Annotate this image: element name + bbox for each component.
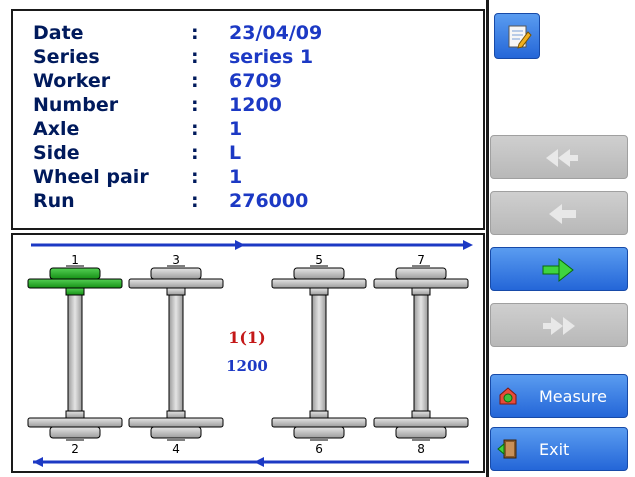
info-label: Axle xyxy=(33,118,80,140)
info-value: 23/04/09 xyxy=(229,22,323,44)
measure-button[interactable]: Measure xyxy=(490,374,628,418)
axle-shaft xyxy=(311,294,327,412)
info-separator: : xyxy=(191,118,199,140)
info-separator: : xyxy=(191,46,199,68)
info-label: Wheel pair xyxy=(33,166,149,188)
wheel-number-bottom: 6 xyxy=(315,442,323,456)
wheel-top-selected[interactable] xyxy=(27,267,123,296)
info-label: Worker xyxy=(33,70,111,92)
wheel-bottom[interactable] xyxy=(128,410,224,439)
wheel-bottom[interactable] xyxy=(373,410,469,439)
info-value: 6709 xyxy=(229,70,282,92)
edit-button[interactable] xyxy=(494,13,540,59)
info-separator: : xyxy=(191,70,199,92)
info-label: Series xyxy=(33,46,100,68)
axle-3[interactable]: 5 6 xyxy=(271,253,367,456)
axle-shaft xyxy=(413,294,429,412)
arrow-left-icon xyxy=(549,204,576,224)
sidebar-divider xyxy=(486,0,489,477)
wheel-number-top: 1 xyxy=(71,253,79,267)
first-button[interactable] xyxy=(490,135,628,179)
direction-arrow-top xyxy=(31,240,473,250)
info-label: Number xyxy=(33,94,119,116)
info-value: L xyxy=(229,142,242,164)
measure-icon xyxy=(496,384,520,408)
wheel-number-bottom: 8 xyxy=(417,442,425,456)
axle-2[interactable]: 3 4 xyxy=(128,253,224,456)
wheel-top[interactable] xyxy=(128,267,224,296)
info-separator: : xyxy=(191,94,199,116)
position-label: 1(1) xyxy=(228,328,265,347)
measure-label: Measure xyxy=(539,386,607,406)
info-separator: : xyxy=(191,190,199,212)
info-separator: : xyxy=(191,22,199,44)
wheel-number-top: 5 xyxy=(315,253,323,267)
wheel-number-top: 7 xyxy=(417,253,425,267)
info-value: 1 xyxy=(229,166,243,188)
info-value: 1 xyxy=(229,118,243,140)
notepad-pencil-icon xyxy=(508,25,532,49)
next-button[interactable] xyxy=(490,247,628,291)
info-separator: : xyxy=(191,142,199,164)
wagon-number-label: 1200 xyxy=(226,357,268,375)
info-separator: : xyxy=(191,166,199,188)
previous-button[interactable] xyxy=(490,191,628,235)
wheel-number-top: 3 xyxy=(172,253,180,267)
info-label: Side xyxy=(33,142,80,164)
direction-arrow-bottom xyxy=(33,457,469,467)
axle-1[interactable]: 1 2 xyxy=(27,253,123,456)
arrow-right-icon xyxy=(542,257,574,283)
double-arrow-right-icon xyxy=(543,317,575,335)
exit-door-icon xyxy=(496,437,520,461)
last-button[interactable] xyxy=(490,303,628,347)
wheel-number-bottom: 4 xyxy=(172,442,180,456)
double-arrow-left-icon xyxy=(546,149,578,167)
info-label: Date xyxy=(33,22,84,44)
info-value: 276000 xyxy=(229,190,309,212)
axle-shaft xyxy=(168,294,184,412)
wheel-bottom[interactable] xyxy=(271,410,367,439)
exit-label: Exit xyxy=(539,439,570,459)
wheel-bottom[interactable] xyxy=(27,410,123,439)
info-label: Run xyxy=(33,190,75,212)
wheel-top[interactable] xyxy=(373,267,469,296)
axle-diagram-panel: 1 2 3 4 5 6 7 8 1(1) 1200 xyxy=(11,233,485,473)
axle-diagram: 1 2 3 4 5 6 7 8 1(1) 1200 xyxy=(27,240,473,467)
info-value: series 1 xyxy=(229,46,314,68)
wheel-number-bottom: 2 xyxy=(71,442,79,456)
info-value: 1200 xyxy=(229,94,282,116)
axle-shaft xyxy=(67,294,83,412)
axle-4[interactable]: 7 8 xyxy=(373,253,469,456)
info-panel: Date : 23/04/09 Series : series 1 Worker… xyxy=(11,9,485,230)
wheel-top[interactable] xyxy=(271,267,367,296)
exit-button[interactable]: Exit xyxy=(490,427,628,471)
